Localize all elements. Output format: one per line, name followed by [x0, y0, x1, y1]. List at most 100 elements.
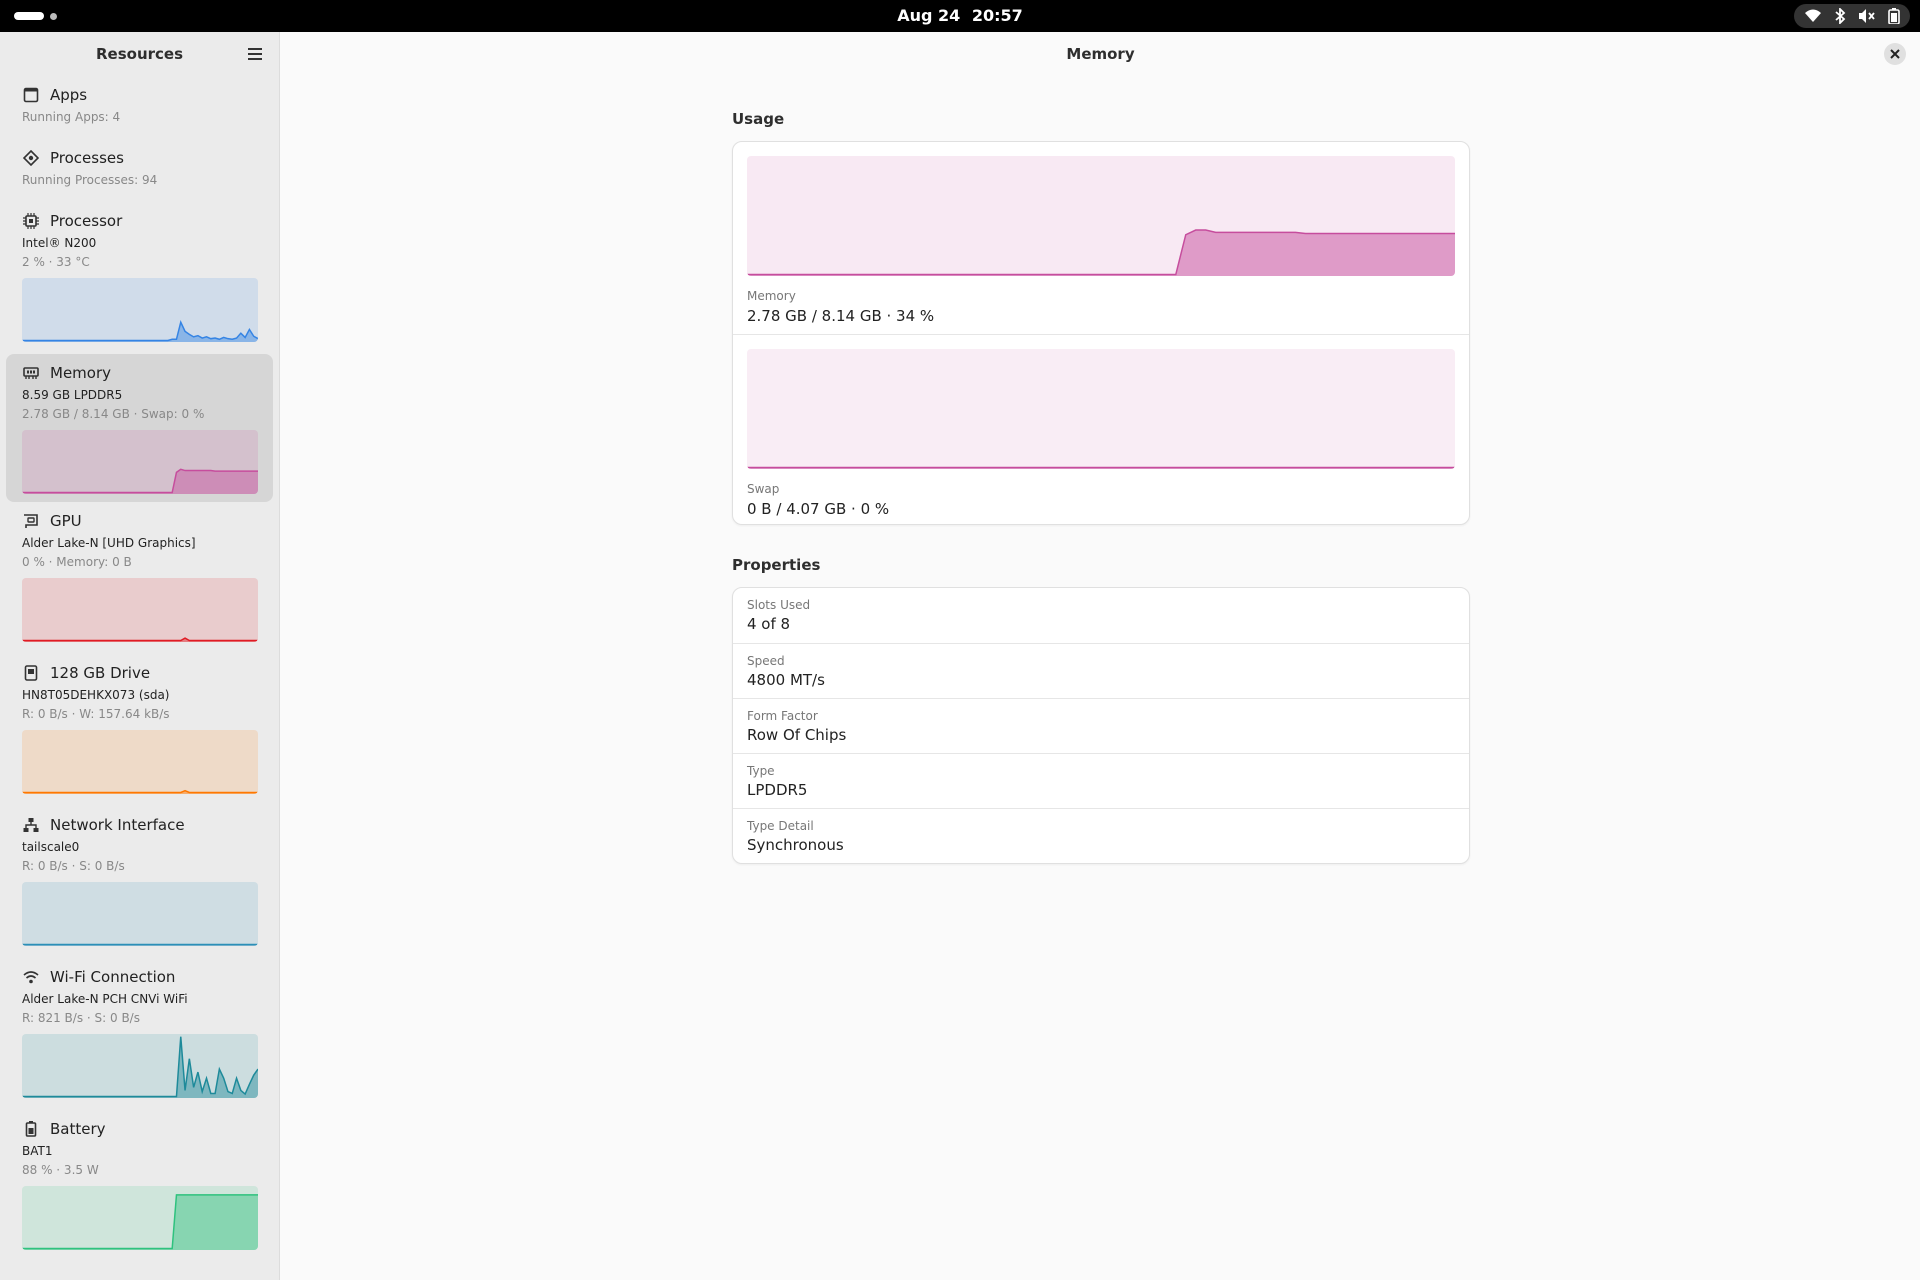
sparkline-background — [22, 882, 258, 946]
sidebar-item-label: Apps — [50, 86, 88, 104]
clock-time: 20:57 — [971, 6, 1023, 25]
memory-sparkline — [22, 430, 258, 494]
sidebar: Resources Apps Running Apps: 4 Processes… — [0, 32, 280, 1280]
sidebar-item-model: HN8T05DEHKX073 (sda) — [22, 688, 170, 702]
sidebar-item-model: 8.59 GB LPDDR5 — [22, 388, 123, 402]
properties-section-title: Properties — [732, 556, 821, 574]
swap-usage-graph — [747, 349, 1455, 469]
processor-icon — [22, 212, 40, 230]
sidebar-header: Resources — [0, 32, 279, 76]
sidebar-item-wifi[interactable]: Wi-Fi Connection Alder Lake-N PCH CNVi W… — [6, 958, 273, 1110]
memory-usage-block: Memory 2.78 GB / 8.14 GB · 34 % — [733, 142, 1469, 334]
network-icon — [22, 816, 40, 834]
sidebar-item-network[interactable]: Network Interface tailscale0 R: 0 B/s · … — [6, 806, 273, 958]
sidebar-item-memory[interactable]: Memory 8.59 GB LPDDR5 2.78 GB / 8.14 GB … — [6, 354, 273, 502]
processes-icon — [22, 149, 40, 167]
drive-icon — [22, 664, 40, 682]
sidebar-item-label: Processor — [50, 212, 123, 230]
sidebar-list: Apps Running Apps: 4 Processes Running P… — [0, 76, 279, 1262]
sparkline-background — [22, 730, 258, 794]
usage-section-title: Usage — [732, 110, 785, 128]
sidebar-item-model: Alder Lake-N [UHD Graphics] — [22, 536, 196, 550]
swap-graph-background — [747, 349, 1455, 469]
swap-usage-block: Swap 0 B / 4.07 GB · 0 % — [733, 335, 1469, 525]
sidebar-item-drive[interactable]: 128 GB Drive HN8T05DEHKX073 (sda) R: 0 B… — [6, 654, 273, 806]
sidebar-item-apps[interactable]: Apps Running Apps: 4 — [6, 76, 273, 139]
property-value: Row Of Chips — [747, 726, 847, 744]
top-bar: Aug 24 20:57 — [0, 0, 1920, 32]
property-value: LPDDR5 — [747, 781, 808, 799]
property-row: Type LPDDR5 — [733, 753, 1469, 808]
swap-caption: Swap — [747, 482, 780, 496]
close-button[interactable] — [1884, 43, 1906, 65]
sidebar-item-model: Intel® N200 — [22, 236, 97, 250]
usage-card: Memory 2.78 GB / 8.14 GB · 34 % Swap 0 B… — [732, 141, 1470, 525]
sidebar-item-detail: 2 % · 33 °C — [22, 255, 90, 269]
battery-sparkline — [22, 1186, 258, 1250]
sidebar-title: Resources — [95, 45, 184, 63]
network-sparkline — [22, 882, 258, 946]
sidebar-item-detail: R: 0 B/s · S: 0 B/s — [22, 859, 125, 873]
sidebar-item-detail: Running Processes: 94 — [22, 173, 158, 187]
property-value: Synchronous — [747, 836, 844, 854]
wifi-sparkline — [22, 1034, 258, 1098]
sidebar-item-detail: R: 821 B/s · S: 0 B/s — [22, 1011, 140, 1025]
sparkline-background — [22, 578, 258, 642]
page-title: Memory — [1066, 45, 1135, 63]
property-label: Form Factor — [747, 709, 818, 723]
memory-value: 2.78 GB / 8.14 GB · 34 % — [747, 307, 935, 325]
sidebar-item-detail: Running Apps: 4 — [22, 110, 121, 124]
sidebar-item-label: Battery — [50, 1120, 106, 1138]
main-pane: Memory Usage Memory 2.78 GB / 8.14 GB · … — [281, 32, 1920, 1280]
property-value: 4800 MT/s — [747, 671, 825, 689]
property-label: Type — [747, 764, 775, 778]
gpu-icon — [22, 512, 40, 530]
drive-sparkline — [22, 730, 258, 794]
battery-icon — [1888, 8, 1900, 24]
property-label: Type Detail — [747, 819, 814, 833]
wifi-icon — [1804, 8, 1822, 24]
gpu-sparkline — [22, 578, 258, 642]
sidebar-item-processes[interactable]: Processes Running Processes: 94 — [6, 139, 273, 202]
sidebar-item-processor[interactable]: Processor Intel® N200 2 % · 33 °C — [6, 202, 273, 354]
sidebar-item-label: Wi-Fi Connection — [50, 968, 176, 986]
sidebar-item-label: GPU — [50, 512, 82, 530]
battery-icon — [22, 1120, 40, 1138]
swap-value: 0 B / 4.07 GB · 0 % — [747, 500, 890, 518]
sidebar-item-gpu[interactable]: GPU Alder Lake-N [UHD Graphics] 0 % · Me… — [6, 502, 273, 654]
sidebar-item-model: BAT1 — [22, 1144, 53, 1158]
sidebar-item-label: Memory — [50, 364, 112, 382]
processor-sparkline — [22, 278, 258, 342]
sidebar-item-detail: 88 % · 3.5 W — [22, 1163, 99, 1177]
sidebar-item-detail: 2.78 GB / 8.14 GB · Swap: 0 % — [22, 407, 205, 421]
sidebar-item-model: tailscale0 — [22, 840, 80, 854]
memory-caption: Memory — [747, 289, 796, 303]
wifi-icon — [22, 968, 40, 986]
sidebar-item-model: Alder Lake-N PCH CNVi WiFi — [22, 992, 188, 1006]
close-icon — [1890, 49, 1900, 59]
sidebar-item-label: 128 GB Drive — [50, 664, 151, 682]
property-value: 4 of 8 — [747, 615, 791, 633]
system-tray[interactable] — [1794, 4, 1910, 28]
clock-date: Aug 24 — [897, 6, 961, 25]
property-label: Slots Used — [747, 598, 811, 612]
property-label: Speed — [747, 654, 785, 668]
hamburger-icon — [248, 48, 262, 60]
sidebar-item-label: Network Interface — [50, 816, 185, 834]
properties-card: Slots Used 4 of 8 Speed 4800 MT/s Form F… — [732, 587, 1470, 864]
sidebar-item-detail: 0 % · Memory: 0 B — [22, 555, 132, 569]
clock[interactable]: Aug 24 20:57 — [0, 0, 1920, 32]
sidebar-item-battery[interactable]: Battery BAT1 88 % · 3.5 W — [6, 1110, 273, 1262]
volume-muted-icon — [1858, 8, 1876, 24]
apps-icon — [22, 86, 40, 104]
property-row: Slots Used 4 of 8 — [733, 588, 1469, 643]
bluetooth-icon — [1834, 8, 1846, 24]
main-menu-button[interactable] — [243, 42, 267, 66]
sidebar-item-detail: R: 0 B/s · W: 157.64 kB/s — [22, 707, 170, 721]
property-row: Form Factor Row Of Chips — [733, 698, 1469, 753]
sparkline-background — [22, 278, 258, 342]
sidebar-item-label: Processes — [50, 149, 124, 167]
property-row: Speed 4800 MT/s — [733, 643, 1469, 698]
property-row: Type Detail Synchronous — [733, 808, 1469, 863]
memory-icon — [22, 364, 40, 382]
